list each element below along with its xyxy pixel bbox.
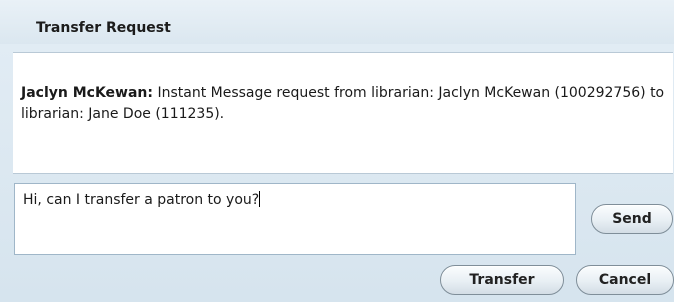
send-button[interactable]: Send (591, 204, 673, 234)
transfer-request-dialog: Transfer Request Jaclyn McKewan: Instant… (0, 0, 674, 302)
compose-input-text: Hi, can I transfer a patron to you? (23, 192, 260, 208)
dialog-title: Transfer Request (36, 20, 171, 36)
compose-input[interactable]: Hi, can I transfer a patron to you? (14, 183, 576, 255)
cancel-button[interactable]: Cancel (576, 265, 674, 295)
message-sender: Jaclyn McKewan: (21, 85, 153, 101)
message-panel: Jaclyn McKewan: Instant Message request … (13, 52, 673, 174)
text-caret (259, 191, 261, 207)
dialog-titlebar: Transfer Request (0, 0, 674, 44)
transfer-button[interactable]: Transfer (440, 265, 564, 295)
